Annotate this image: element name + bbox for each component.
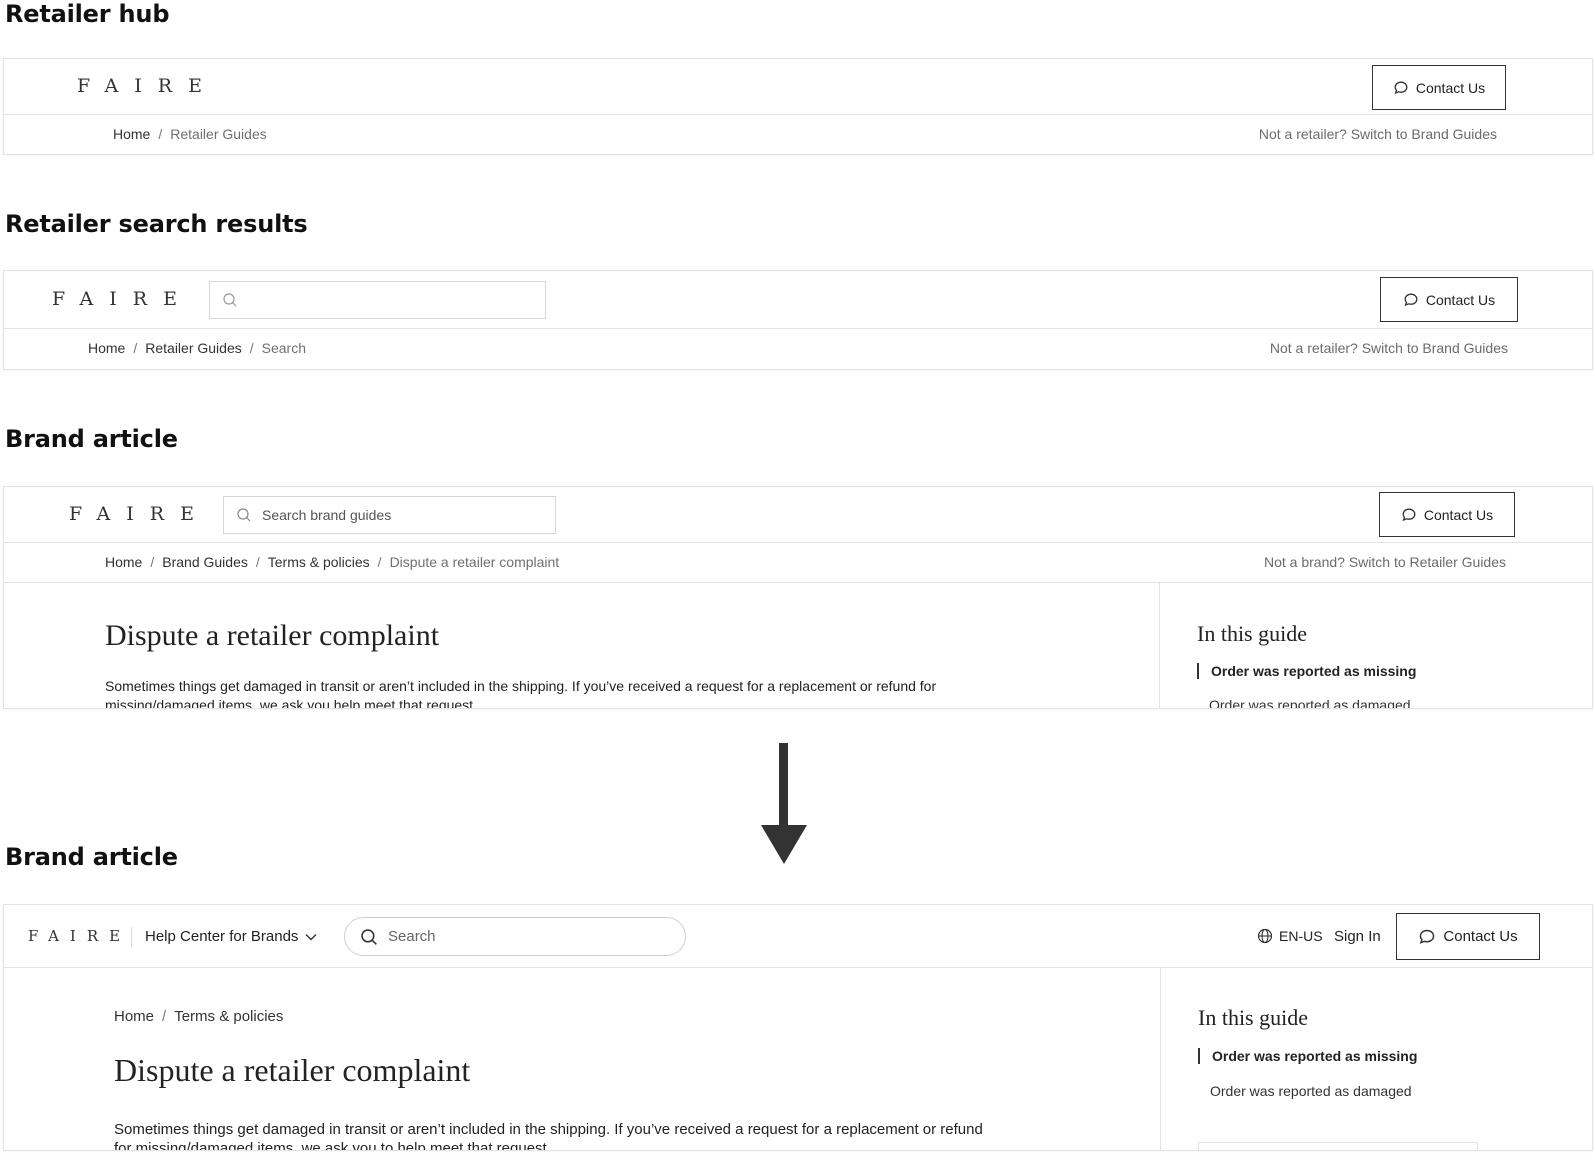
breadcrumb-separator: /	[158, 126, 163, 142]
breadcrumb-separator: /	[377, 554, 382, 570]
breadcrumb-separator: /	[162, 1008, 167, 1025]
contact-us-button[interactable]: Contact Us	[1380, 277, 1518, 322]
header-bar: FAIRE Help Center for Brands Search EN-U…	[4, 905, 1592, 968]
breadcrumb-home[interactable]: Home	[113, 126, 150, 142]
breadcrumb-separator: /	[133, 340, 138, 356]
toc-card	[1198, 1142, 1478, 1150]
article-content: Dispute a retailer complaint Sometimes t…	[4, 583, 1592, 709]
search-icon	[223, 293, 237, 307]
retailer-hub-panel: FAIRE Contact Us Home / Retailer Guides …	[3, 58, 1593, 155]
chevron-down-icon	[305, 933, 317, 940]
faire-logo[interactable]: FAIRE	[77, 75, 218, 97]
contact-us-label: Contact Us	[1415, 79, 1486, 96]
breadcrumb-brand-guides[interactable]: Brand Guides	[162, 554, 248, 570]
chat-bubble-icon	[1404, 293, 1418, 306]
locale-label: EN-US	[1279, 928, 1323, 944]
header-bar: FAIRE Search brand guides Contact Us	[4, 487, 1592, 543]
toc-sidebar: In this guide Order was reported as miss…	[1160, 968, 1592, 1150]
help-center-label: Help Center for Brands	[145, 928, 299, 945]
switch-guides-link[interactable]: Not a brand? Switch to Retailer Guides	[1264, 554, 1506, 570]
article-content: Home / Terms & policies Dispute a retail…	[4, 968, 1592, 1151]
toc-item-damaged[interactable]: Order was reported as damaged	[1198, 1083, 1412, 1099]
section-title-retailer-search: Retailer search results	[5, 210, 308, 238]
locale-selector[interactable]: EN-US	[1257, 928, 1323, 944]
article-title: Dispute a retailer complaint	[114, 1052, 471, 1088]
chat-bubble-icon	[1420, 929, 1435, 944]
switch-guides-link[interactable]: Not a retailer? Switch to Brand Guides	[1270, 340, 1508, 356]
article-body: Sometimes things get damaged in transit …	[105, 678, 937, 709]
chat-bubble-icon	[1402, 508, 1416, 521]
breadcrumb-home[interactable]: Home	[114, 1008, 154, 1025]
section-title-brand-article-new: Brand article	[5, 843, 178, 871]
breadcrumb: Home / Brand Guides / Terms & policies /…	[105, 554, 559, 570]
contact-us-label: Contact Us	[1425, 291, 1496, 308]
chat-bubble-icon	[1394, 81, 1408, 94]
breadcrumb-separator: /	[249, 340, 254, 356]
toc-sidebar: In this guide Order was reported as miss…	[1159, 583, 1592, 708]
brand-article-panel-old: FAIRE Search brand guides Contact Us Hom…	[3, 486, 1593, 709]
contact-us-button[interactable]: Contact Us	[1396, 913, 1540, 960]
faire-logo[interactable]: FAIRE	[52, 288, 193, 310]
faire-logo[interactable]: FAIRE	[69, 503, 210, 525]
retailer-search-panel: FAIRE Contact Us Home / Retailer Guides …	[3, 270, 1593, 370]
contact-us-button[interactable]: Contact Us	[1372, 65, 1506, 110]
header-bar: FAIRE Contact Us	[4, 271, 1592, 329]
header-divider	[131, 927, 132, 947]
faire-logo[interactable]: FAIRE	[28, 927, 131, 945]
contact-us-label: Contact Us	[1423, 506, 1494, 523]
switch-guides-link[interactable]: Not a retailer? Switch to Brand Guides	[1259, 126, 1497, 142]
breadcrumb-separator: /	[150, 554, 155, 570]
breadcrumb-row: Home / Retailer Guides Not a retailer? S…	[4, 115, 1592, 154]
breadcrumb: Home / Retailer Guides	[113, 126, 267, 142]
toc-title: In this guide	[1198, 1005, 1308, 1030]
breadcrumb-retailer-guides: Retailer Guides	[170, 126, 267, 142]
toc-item-damaged[interactable]: Order was reported as damaged	[1197, 697, 1411, 708]
arrow-down-icon	[761, 743, 807, 864]
toc-item-missing[interactable]: Order was reported as missing	[1198, 1048, 1417, 1064]
search-icon	[361, 928, 377, 945]
brand-article-panel-new: FAIRE Help Center for Brands Search EN-U…	[3, 904, 1593, 1151]
breadcrumb-row: Home / Retailer Guides / Search Not a re…	[4, 329, 1592, 369]
breadcrumb-separator: /	[255, 554, 260, 570]
breadcrumb-row: Home / Brand Guides / Terms & policies /…	[4, 543, 1592, 583]
breadcrumb-terms-policies[interactable]: Terms & policies	[174, 1008, 283, 1025]
section-title-brand-article: Brand article	[5, 425, 178, 453]
breadcrumb-current-article: Dispute a retailer complaint	[389, 554, 560, 570]
breadcrumb-home[interactable]: Home	[105, 554, 142, 570]
breadcrumb: Home / Retailer Guides / Search	[88, 340, 306, 356]
header-bar: FAIRE Contact Us	[4, 59, 1592, 115]
search-icon	[237, 508, 251, 522]
toc-item-missing[interactable]: Order was reported as missing	[1197, 663, 1416, 679]
breadcrumb: Home / Terms & policies	[114, 1008, 283, 1025]
search-input[interactable]	[209, 281, 546, 319]
section-title-retailer-hub: Retailer hub	[5, 0, 170, 28]
search-placeholder: Search	[388, 928, 436, 945]
search-input[interactable]: Search	[344, 917, 686, 956]
search-placeholder: Search brand guides	[262, 507, 392, 523]
contact-us-label: Contact Us	[1443, 928, 1518, 945]
search-input[interactable]: Search brand guides	[223, 496, 556, 534]
help-center-dropdown[interactable]: Help Center for Brands	[145, 928, 318, 945]
toc-title: In this guide	[1197, 621, 1307, 646]
article-title: Dispute a retailer complaint	[105, 619, 440, 652]
globe-icon	[1257, 928, 1273, 944]
breadcrumb-search: Search	[261, 340, 306, 356]
breadcrumb-home[interactable]: Home	[88, 340, 125, 356]
sign-in-link[interactable]: Sign In	[1334, 928, 1381, 945]
article-body: Sometimes things get damaged in transit …	[114, 1121, 983, 1151]
contact-us-button[interactable]: Contact Us	[1379, 492, 1515, 537]
breadcrumb-terms-policies[interactable]: Terms & policies	[268, 554, 370, 570]
breadcrumb-retailer-guides[interactable]: Retailer Guides	[145, 340, 242, 356]
